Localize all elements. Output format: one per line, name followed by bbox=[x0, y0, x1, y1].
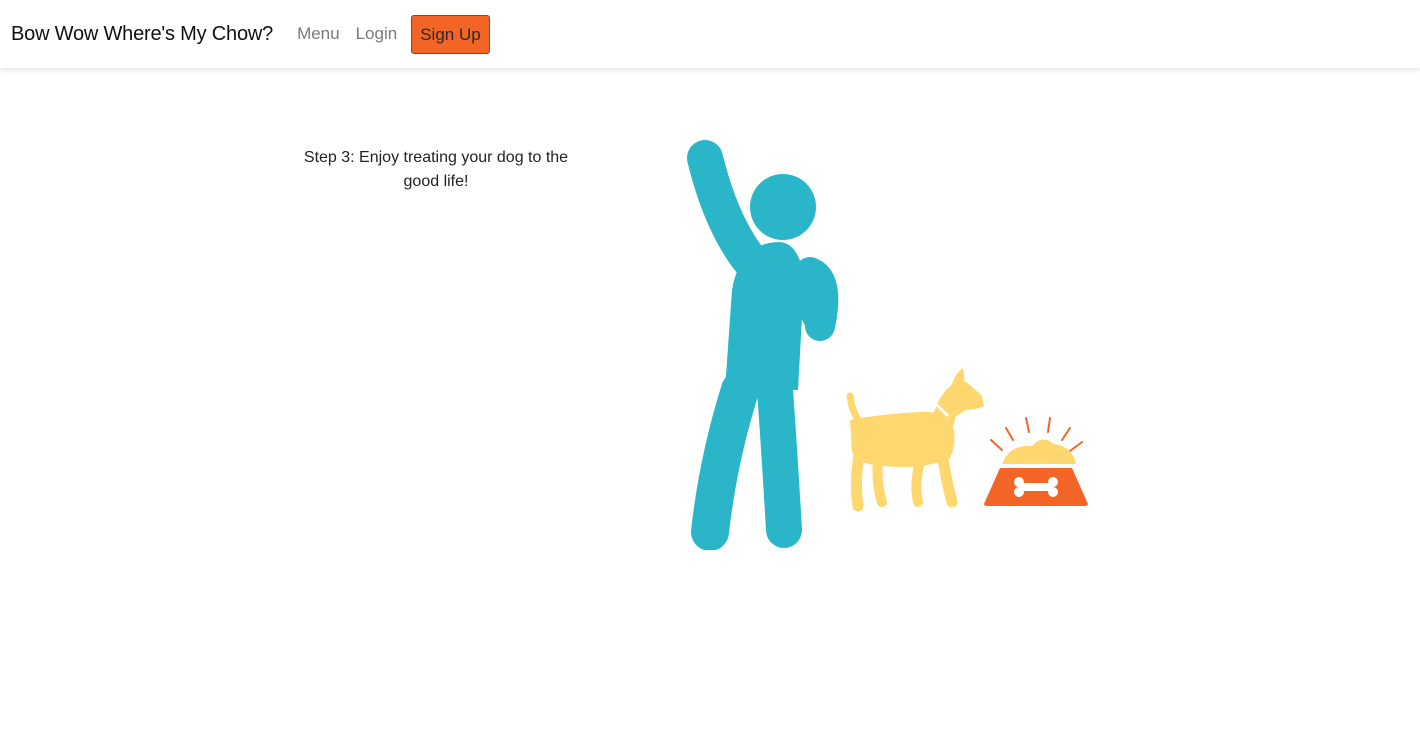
person-cheering-icon bbox=[687, 140, 839, 550]
dog-icon bbox=[846, 368, 984, 512]
step-description: Step 3: Enjoy treating your dog to the g… bbox=[303, 149, 569, 190]
nav-menu-link[interactable]: Menu bbox=[297, 24, 340, 44]
step-illustration bbox=[687, 140, 1088, 550]
brand-link[interactable]: Bow Wow Where's My Chow? bbox=[11, 23, 273, 46]
top-navbar: Bow Wow Where's My Chow? Menu Login Sign… bbox=[0, 0, 1420, 68]
nav-login-link[interactable]: Login bbox=[356, 24, 398, 44]
food-bowl-icon bbox=[984, 417, 1088, 506]
signup-button[interactable]: Sign Up bbox=[411, 14, 490, 54]
